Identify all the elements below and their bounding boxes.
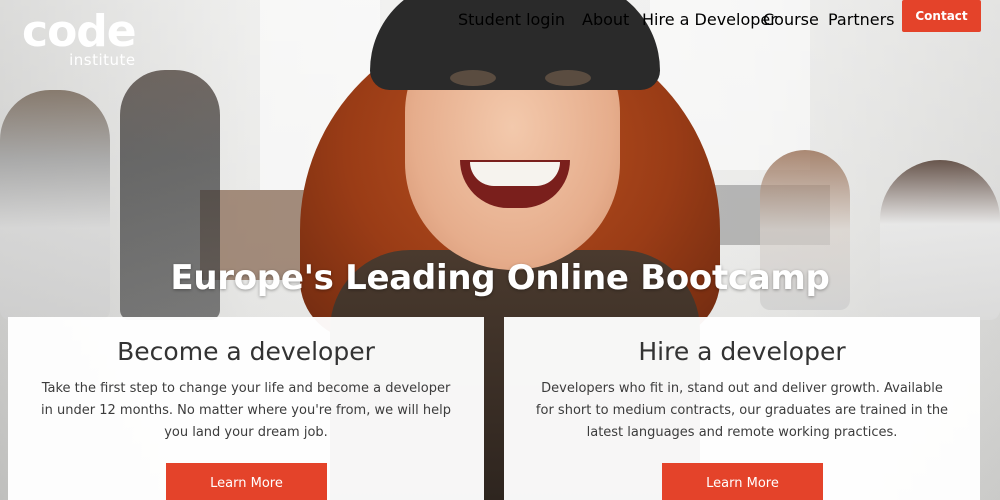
become-developer-card: Become a developer Take the first step t…	[8, 317, 484, 500]
code-institute-logo[interactable]: code institute	[22, 6, 137, 69]
portrait-eye	[450, 70, 496, 86]
nav-partners[interactable]: Partners	[828, 10, 894, 29]
contact-button[interactable]: Contact	[902, 0, 981, 32]
logo-wordmark: code	[22, 6, 137, 57]
portrait-eye	[545, 70, 591, 86]
card-title: Become a developer	[117, 337, 375, 366]
hire-developer-card: Hire a developer Developers who fit in, …	[504, 317, 980, 500]
learn-more-button[interactable]: Learn More	[662, 463, 823, 500]
card-title: Hire a developer	[638, 337, 846, 366]
nav-student-login[interactable]: Student login	[458, 10, 565, 29]
nav-hire-a-developer[interactable]: Hire a Developer	[642, 10, 777, 29]
hero-headline: Europe's Leading Online Bootcamp	[170, 258, 830, 298]
learn-more-button[interactable]: Learn More	[166, 463, 327, 500]
nav-course[interactable]: Course	[763, 10, 819, 29]
card-description: Developers who fit in, stand out and del…	[535, 381, 949, 440]
card-description: Take the first step to change your life …	[41, 381, 451, 440]
portrait-teeth	[470, 162, 560, 186]
nav-about[interactable]: About	[582, 10, 629, 29]
